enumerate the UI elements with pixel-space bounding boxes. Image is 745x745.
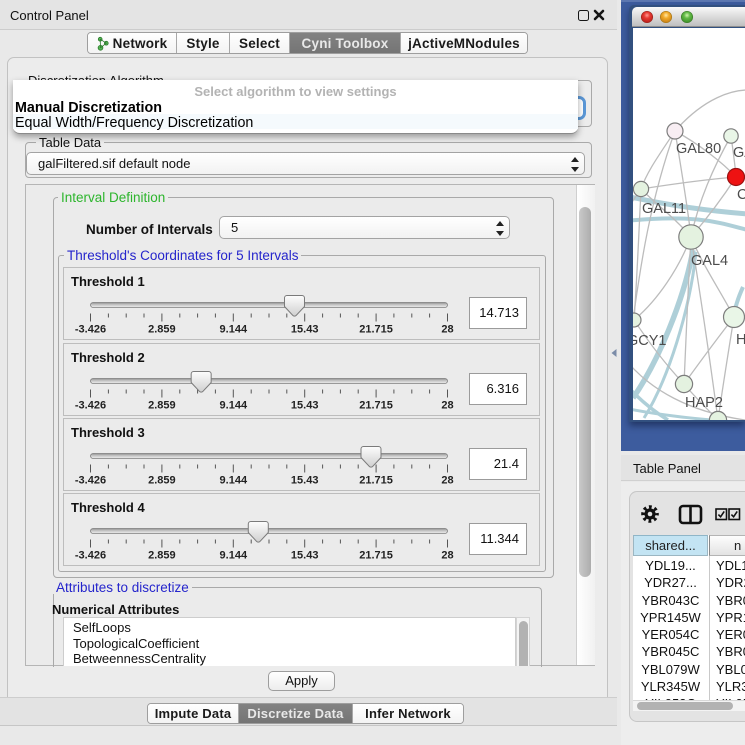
svg-text:21.715: 21.715 — [359, 475, 393, 487]
svg-text:-3.426: -3.426 — [75, 400, 106, 412]
svg-text:15.43: 15.43 — [291, 324, 319, 336]
svg-text:15.43: 15.43 — [291, 400, 319, 412]
svg-text:2.859: 2.859 — [148, 475, 176, 487]
svg-text:-3.426: -3.426 — [75, 475, 106, 487]
svg-text:GAL4: GAL4 — [691, 253, 728, 269]
svg-text:15.43: 15.43 — [291, 550, 319, 562]
svg-text:9.144: 9.144 — [220, 475, 248, 487]
svg-text:28: 28 — [441, 475, 453, 487]
svg-text:2.859: 2.859 — [148, 400, 176, 412]
svg-text:GAL11: GAL11 — [642, 201, 686, 217]
svg-text:2.859: 2.859 — [148, 324, 176, 336]
svg-text:15.43: 15.43 — [291, 475, 319, 487]
svg-text:21.715: 21.715 — [359, 400, 393, 412]
svg-text:GA: GA — [733, 145, 745, 161]
svg-text:GCY1: GCY1 — [633, 333, 667, 349]
svg-text:9.144: 9.144 — [220, 550, 248, 562]
svg-text:21.715: 21.715 — [359, 324, 393, 336]
svg-text:28: 28 — [441, 400, 453, 412]
svg-text:C: C — [737, 187, 745, 203]
svg-text:9.144: 9.144 — [220, 400, 248, 412]
svg-text:-3.426: -3.426 — [75, 550, 106, 562]
svg-text:-3.426: -3.426 — [75, 324, 106, 336]
svg-text:21.715: 21.715 — [359, 550, 393, 562]
svg-text:2.859: 2.859 — [148, 550, 176, 562]
svg-text:28: 28 — [441, 550, 453, 562]
svg-text:H: H — [736, 332, 745, 348]
svg-text:HAP2: HAP2 — [685, 395, 723, 411]
svg-text:9.144: 9.144 — [220, 324, 248, 336]
svg-text:GAL80: GAL80 — [676, 141, 721, 157]
svg-text:28: 28 — [441, 324, 453, 336]
